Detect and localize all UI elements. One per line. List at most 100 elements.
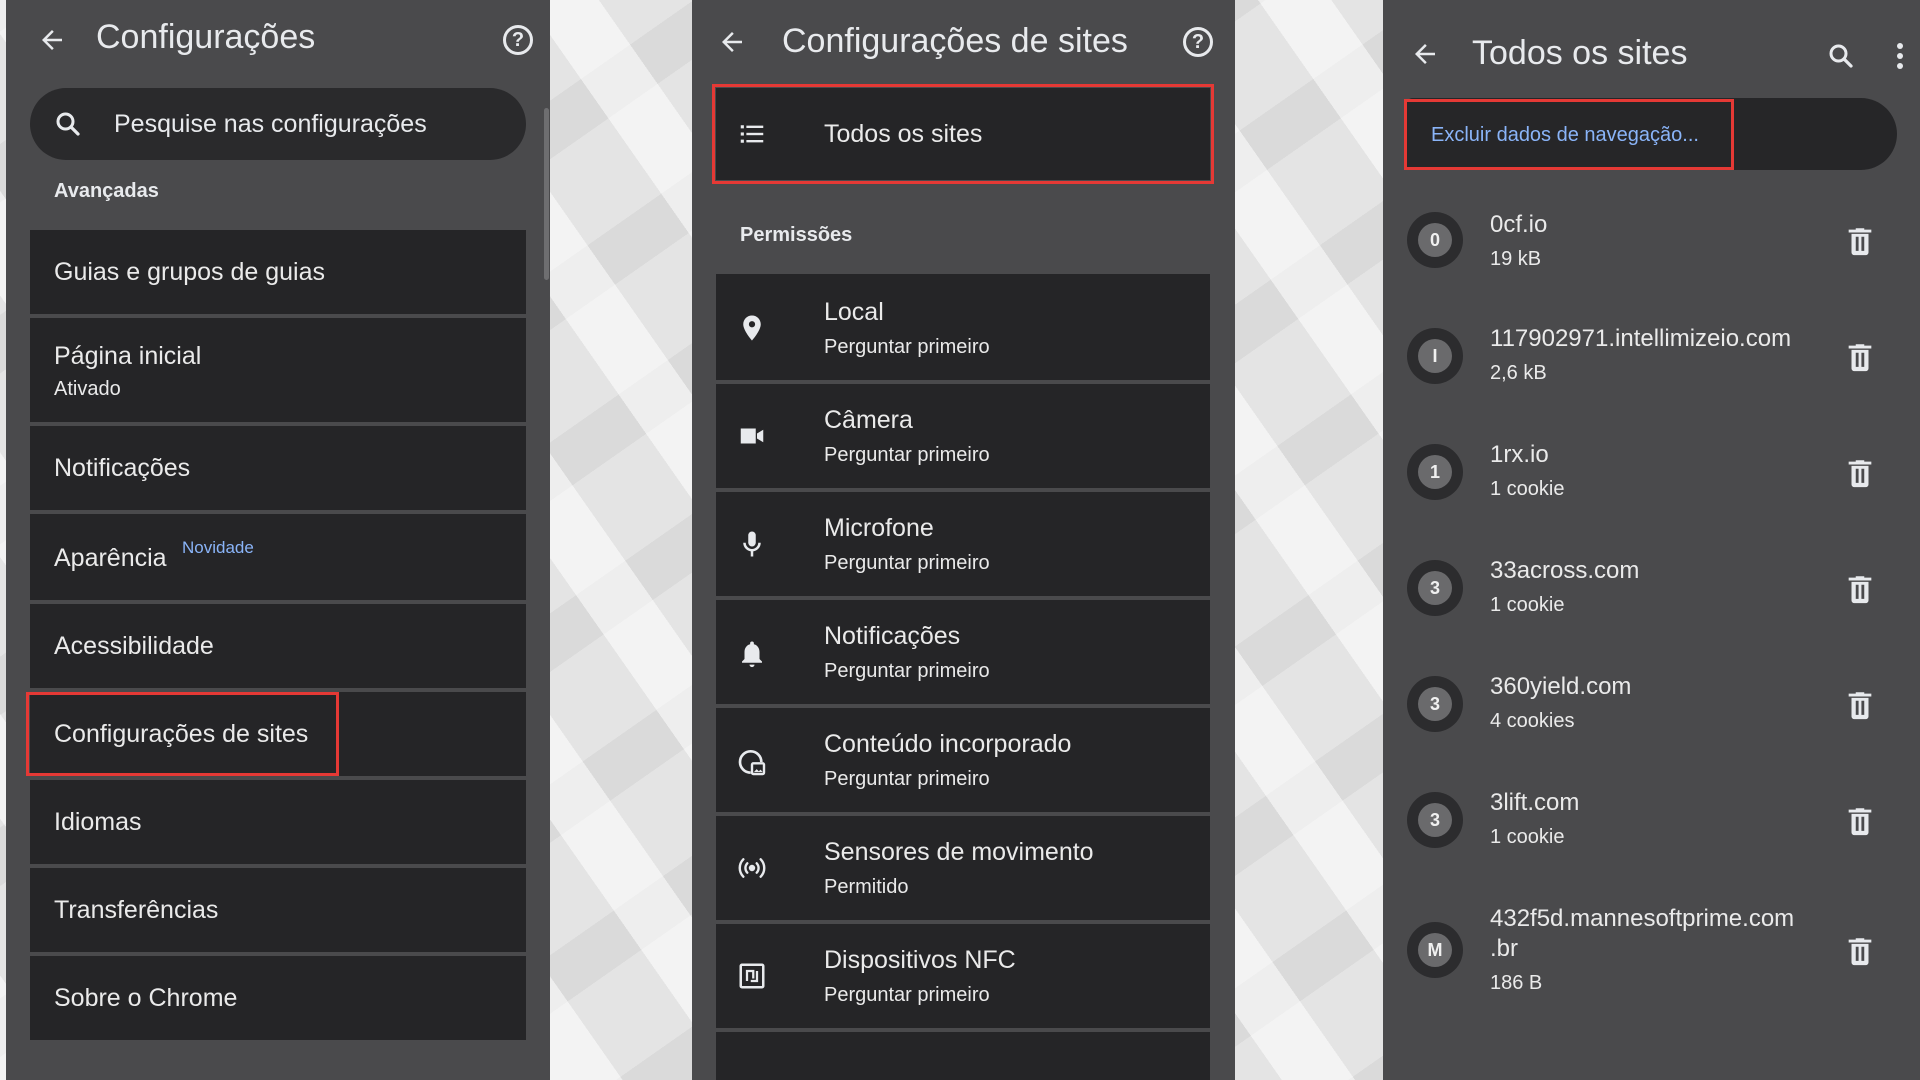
permission-label: Conteúdo incorporado: [824, 730, 1072, 758]
delete-icon[interactable]: [1843, 456, 1877, 490]
settings-item-notifications[interactable]: Notificações: [30, 426, 526, 510]
settings-item-label: Sobre o Chrome: [54, 984, 238, 1012]
camera-icon: [732, 416, 772, 456]
site-row[interactable]: 1 1rx.io 1 cookie: [1383, 418, 1920, 528]
site-favicon: 3: [1407, 676, 1463, 732]
settings-item-homepage[interactable]: Página inicial Ativado: [30, 318, 526, 422]
site-name: 3lift.com: [1490, 789, 1580, 816]
settings-item-tabs[interactable]: Guias e grupos de guias: [30, 230, 526, 314]
permission-status: Perguntar primeiro: [824, 552, 990, 574]
site-row[interactable]: 3 33across.com 1 cookie: [1383, 534, 1920, 644]
back-arrow-icon[interactable]: [32, 20, 72, 60]
delete-icon[interactable]: [1843, 934, 1877, 968]
permission-item-nfc[interactable]: Dispositivos NFC Perguntar primeiro: [716, 924, 1210, 1028]
permission-status: Perguntar primeiro: [824, 768, 990, 790]
section-heading-advanced: Avançadas: [54, 180, 159, 202]
site-favicon-letter: M: [1418, 933, 1452, 967]
settings-item-languages[interactable]: Idiomas: [30, 780, 526, 864]
settings-item-label: Idiomas: [54, 808, 142, 836]
delete-icon[interactable]: [1843, 340, 1877, 374]
page-title: Todos os sites: [1472, 34, 1688, 72]
all-sites-panel: Todos os sites Excluir dados de navegaçã…: [1383, 0, 1920, 1080]
site-favicon: 0: [1407, 212, 1463, 268]
embedded-content-icon: [732, 742, 772, 782]
site-favicon: 3: [1407, 792, 1463, 848]
permission-item-embedded-content[interactable]: Conteúdo incorporado Perguntar primeiro: [716, 708, 1210, 812]
list-icon: [732, 114, 772, 154]
permission-item-partial[interactable]: [716, 1032, 1210, 1080]
site-storage: 1 cookie: [1490, 478, 1565, 500]
site-favicon: M: [1407, 922, 1463, 978]
search-input[interactable]: Pesquise nas configurações: [114, 110, 427, 139]
site-storage: 19 kB: [1490, 248, 1542, 270]
settings-item-accessibility[interactable]: Acessibilidade: [30, 604, 526, 688]
site-row[interactable]: I 117902971.intellimizeio.com 2,6 kB: [1383, 302, 1920, 412]
delete-icon[interactable]: [1843, 572, 1877, 606]
settings-item-label: Configurações de sites: [54, 720, 309, 748]
site-row[interactable]: 0 0cf.io 19 kB: [1383, 186, 1920, 296]
settings-item-downloads[interactable]: Transferências: [30, 868, 526, 952]
site-storage: 1 cookie: [1490, 594, 1565, 616]
search-icon: [52, 108, 84, 140]
motion-sensors-icon: [732, 848, 772, 888]
settings-item-label: Transferências: [54, 896, 219, 924]
location-pin-icon: [732, 308, 772, 348]
clear-browsing-data-link[interactable]: Excluir dados de navegação...: [1431, 124, 1699, 147]
settings-panel: Configurações ? Pesquise nas configuraçõ…: [6, 0, 550, 1080]
site-favicon-letter: 3: [1418, 803, 1452, 837]
delete-icon[interactable]: [1843, 224, 1877, 258]
back-arrow-icon[interactable]: [712, 22, 752, 62]
site-favicon-letter: 1: [1418, 455, 1452, 489]
all-sites-label: Todos os sites: [824, 120, 983, 148]
site-storage: 4 cookies: [1490, 710, 1575, 732]
settings-item-label: Acessibilidade: [54, 632, 214, 660]
settings-item-label: Página inicial: [54, 342, 202, 370]
site-row[interactable]: M 432f5d.mannesoftprime.com .br 186 B: [1383, 882, 1920, 1012]
page-title: Configurações de sites: [782, 22, 1128, 60]
permission-label: Local: [824, 298, 884, 326]
help-icon[interactable]: ?: [498, 20, 538, 60]
help-icon[interactable]: ?: [1178, 22, 1218, 62]
permission-item-microphone[interactable]: Microfone Perguntar primeiro: [716, 492, 1210, 596]
delete-icon[interactable]: [1843, 804, 1877, 838]
site-name: 117902971.intellimizeio.com: [1490, 325, 1792, 352]
site-name: 0cf.io: [1490, 211, 1548, 238]
top-app-bar: Configurações de sites ?: [692, 0, 1235, 80]
permission-status: Perguntar primeiro: [824, 660, 990, 682]
site-storage: 1 cookie: [1490, 826, 1565, 848]
settings-item-label: Notificações: [54, 454, 191, 482]
site-favicon-letter: I: [1418, 339, 1452, 373]
permission-label: Microfone: [824, 514, 934, 542]
settings-item-label: Guias e grupos de guias: [54, 258, 326, 286]
section-heading-permissions: Permissões: [740, 224, 853, 246]
site-name: 360yield.com: [1490, 673, 1632, 700]
site-favicon-letter: 0: [1418, 223, 1452, 257]
site-name: 1rx.io: [1490, 441, 1549, 468]
search-icon[interactable]: [1821, 36, 1861, 76]
search-bar[interactable]: Pesquise nas configurações: [30, 88, 526, 160]
site-favicon: 1: [1407, 444, 1463, 500]
site-favicon: I: [1407, 328, 1463, 384]
permission-item-notifications[interactable]: Notificações Perguntar primeiro: [716, 600, 1210, 704]
site-favicon: 3: [1407, 560, 1463, 616]
all-sites-item[interactable]: Todos os sites: [716, 88, 1210, 180]
settings-item-about-chrome[interactable]: Sobre o Chrome: [30, 956, 526, 1040]
permission-item-location[interactable]: Local Perguntar primeiro: [716, 274, 1210, 380]
settings-item-site-settings[interactable]: Configurações de sites: [30, 692, 526, 776]
site-row[interactable]: 3 360yield.com 4 cookies: [1383, 650, 1920, 760]
scrollbar-thumb[interactable]: [544, 108, 549, 280]
permission-item-motion-sensors[interactable]: Sensores de movimento Permitido: [716, 816, 1210, 920]
back-arrow-icon[interactable]: [1405, 34, 1445, 74]
site-name: 33across.com: [1490, 557, 1640, 584]
site-row[interactable]: 3 3lift.com 1 cookie: [1383, 766, 1920, 876]
delete-icon[interactable]: [1843, 688, 1877, 722]
site-favicon-letter: 3: [1418, 571, 1452, 605]
nfc-icon: [732, 956, 772, 996]
more-vert-icon[interactable]: [1883, 36, 1917, 76]
settings-item-label: Aparência: [54, 544, 167, 572]
bell-icon: [732, 634, 772, 674]
permission-item-camera[interactable]: Câmera Perguntar primeiro: [716, 384, 1210, 488]
settings-item-appearance[interactable]: Aparência Novidade: [30, 514, 526, 600]
site-name: 432f5d.mannesoftprime.com: [1490, 905, 1795, 932]
permission-status: Permitido: [824, 876, 909, 898]
